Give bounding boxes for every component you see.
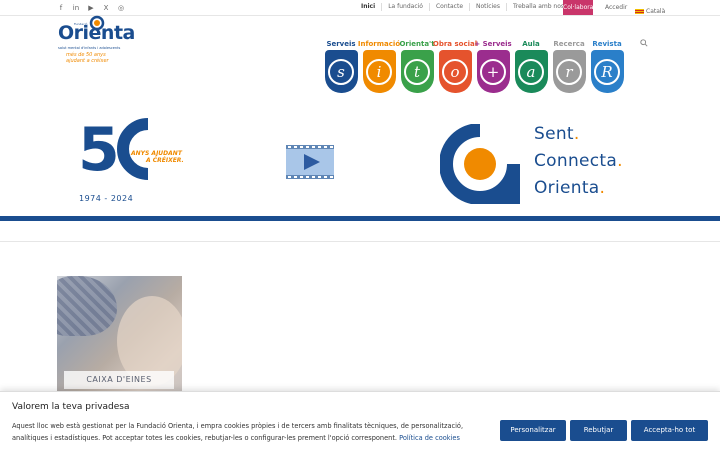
years-range: 1974 - 2024 xyxy=(79,194,134,203)
card-label: CAIXA D'EINES xyxy=(64,371,174,389)
accept-all-button[interactable]: Accepta-ho tot xyxy=(631,420,708,441)
sent-line-1: Sent. xyxy=(534,124,580,144)
cookie-banner: Valorem la teva privadesa Aquest lloc we… xyxy=(0,391,720,450)
video-play-icon xyxy=(286,145,334,179)
nav-badge-letter: + xyxy=(480,58,506,85)
nav-label: Informació xyxy=(357,40,401,48)
top-menu: Inici La fundació Contacte Notícies Treb… xyxy=(355,3,587,11)
orienta-symbol-icon xyxy=(440,124,520,204)
nav-badge-letter: r xyxy=(556,58,582,85)
nav-badge-icon: t xyxy=(400,50,434,93)
nav-badge-letter: s xyxy=(328,58,354,85)
nav-badge-icon: R xyxy=(590,50,624,93)
nav-item-aula[interactable]: Aula a xyxy=(512,38,550,93)
nav-label: Serveis xyxy=(326,40,356,48)
nav-badge-icon: a xyxy=(514,50,548,93)
section-divider xyxy=(0,241,720,242)
login-link[interactable]: Accedir xyxy=(605,4,627,11)
top-link-contacte[interactable]: Contacte xyxy=(428,3,469,11)
nav-badge-letter: a xyxy=(518,58,544,85)
site-logo[interactable]: Fundació Orienta salut mental d'infants … xyxy=(56,15,136,71)
sent-line-3: Orienta. xyxy=(534,178,606,198)
nav-item-serveis[interactable]: Serveis s xyxy=(322,38,360,93)
anys-line-2: A CRÉIXER. xyxy=(146,157,184,164)
sent-connecta-orienta: Sent. Connecta. Orienta. xyxy=(440,122,650,204)
reject-button[interactable]: Rebutjar xyxy=(570,420,627,441)
nav-badge-icon: o xyxy=(438,50,472,93)
nav-item-serveis[interactable]: + Serveis + xyxy=(474,38,512,93)
logo-wordmark: Orienta xyxy=(58,22,135,44)
logo-subtitle: salut mental d'infants i adolescents xyxy=(58,46,121,50)
nav-badge-icon: r xyxy=(552,50,586,93)
search-icon[interactable] xyxy=(640,39,648,47)
top-link-inici[interactable]: Inici xyxy=(355,3,381,11)
anys-line-1: ANYS AJUDANT xyxy=(131,150,182,157)
video-thumbnail[interactable] xyxy=(286,145,334,179)
top-link-noticies[interactable]: Notícies xyxy=(469,3,506,11)
nav-badge-icon: + xyxy=(476,50,510,93)
header-divider xyxy=(0,216,720,221)
x-icon[interactable]: X xyxy=(101,3,111,13)
cookie-policy-link[interactable]: Política de cookies xyxy=(399,434,460,442)
nav-item-revista[interactable]: Revista R xyxy=(588,38,626,93)
top-bar: f in ▶ X ◎ Inici La fundació Contacte No… xyxy=(0,0,720,16)
nav-label: Recerca xyxy=(553,40,585,48)
language-label: Català xyxy=(646,8,666,15)
card-image-shape xyxy=(57,276,117,336)
sent-line-2: Connecta. xyxy=(534,151,623,171)
svg-text:5: 5 xyxy=(78,115,116,185)
fifty-years-logo: 5 ANYS AJUDANT A CRÉIXER. 1974 - 2024 xyxy=(76,112,186,207)
instagram-icon[interactable]: ◎ xyxy=(116,3,126,13)
cookie-text: Aquest lloc web està gestionat per la Fu… xyxy=(12,422,464,442)
catalan-flag-icon xyxy=(635,9,644,14)
nav-item-recerca[interactable]: Recerca r xyxy=(550,38,588,93)
nav-badge-letter: t xyxy=(404,58,430,85)
cookie-title: Valorem la teva privadesa xyxy=(12,402,130,412)
nav-label: Obra social xyxy=(432,40,478,48)
linkedin-icon[interactable]: in xyxy=(71,3,81,13)
main-nav: Serveis s Informació i Orienta't t Obra social… xyxy=(322,38,626,93)
nav-label: + Serveis xyxy=(474,40,512,48)
facebook-icon[interactable]: f xyxy=(56,3,66,13)
nav-badge-letter: o xyxy=(442,58,468,85)
logo-tagline-2: ajudant a créixer xyxy=(66,58,109,64)
language-selector[interactable]: Català xyxy=(635,8,665,15)
nav-item-orienta-t[interactable]: Orienta't t xyxy=(398,38,436,93)
nav-item-informaci[interactable]: Informació i xyxy=(357,38,401,93)
nav-label: Orienta't xyxy=(399,40,435,48)
nav-label: Revista xyxy=(592,40,622,48)
collabora-button[interactable]: Col·labora xyxy=(563,0,593,15)
customize-button[interactable]: Personalitzar xyxy=(500,420,566,441)
nav-badge-icon: s xyxy=(324,50,358,93)
social-links: f in ▶ X ◎ xyxy=(56,3,126,13)
youtube-icon[interactable]: ▶ xyxy=(86,3,96,13)
nav-label: Aula xyxy=(522,40,540,48)
caixa-eines-card[interactable]: CAIXA D'EINES xyxy=(57,276,182,396)
nav-badge-letter: R xyxy=(594,58,620,85)
top-link-fundacio[interactable]: La fundació xyxy=(381,3,429,11)
nav-item-obra-social[interactable]: Obra social o xyxy=(432,38,478,93)
nav-badge-letter: i xyxy=(366,58,392,85)
nav-badge-icon: i xyxy=(362,50,396,93)
